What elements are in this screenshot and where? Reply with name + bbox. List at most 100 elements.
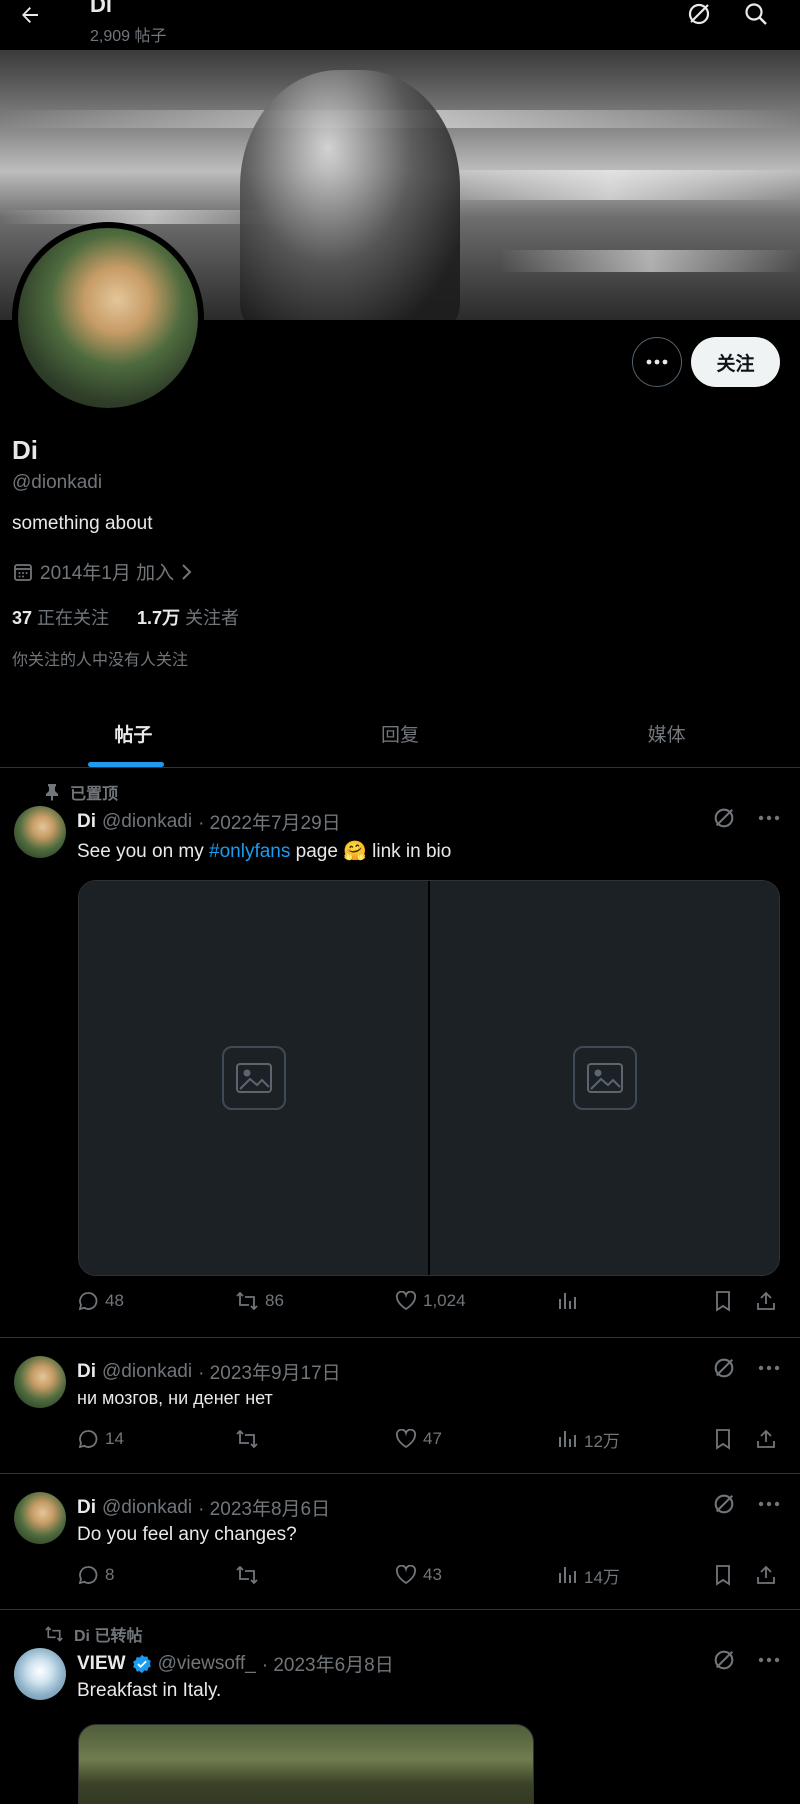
pinned-label: 已置顶: [70, 786, 119, 803]
post-author-handle[interactable]: @dionkadi: [102, 1497, 192, 1519]
post[interactable]: Di @dionkadi · 2023年8月6日 Do you feel any…: [0, 1474, 800, 1610]
share-button[interactable]: [755, 1424, 777, 1454]
hashtag-link[interactable]: #onlyfans: [209, 841, 290, 862]
repost-label: Di 已转帖: [74, 1628, 143, 1645]
post-date[interactable]: · 2023年8月6日: [198, 1494, 330, 1521]
like-button[interactable]: 1,024: [395, 1286, 466, 1316]
bookmark-button[interactable]: [713, 1424, 733, 1454]
profile-handle: @dionkadi: [12, 472, 103, 493]
followers-count: 1.7万: [137, 608, 181, 628]
more-icon[interactable]: [758, 1501, 780, 1507]
heart-icon: [395, 1429, 417, 1449]
more-icon[interactable]: [758, 1365, 780, 1371]
image-placeholder-icon: [221, 1046, 286, 1110]
views-count: 12万: [584, 1431, 620, 1451]
post-avatar[interactable]: [14, 1492, 66, 1544]
post-date[interactable]: · 2022年7月29日: [198, 808, 341, 835]
post-avatar[interactable]: [14, 806, 66, 858]
post-avatar[interactable]: [14, 1648, 66, 1700]
reply-icon: [78, 1430, 98, 1449]
reply-button[interactable]: 14: [77, 1424, 124, 1454]
like-button[interactable]: 43: [395, 1560, 442, 1590]
profile-joined[interactable]: 2014年1月 加入: [12, 558, 194, 585]
post-author-name[interactable]: VIEW: [77, 1653, 126, 1675]
chevron-right-icon: [182, 563, 192, 580]
profile-more-button[interactable]: [632, 337, 682, 387]
post-meta: Di @dionkadi · 2023年8月6日: [77, 1494, 330, 1521]
post-date[interactable]: · 2023年6月8日: [262, 1650, 394, 1677]
post-author-handle[interactable]: @viewsoff_: [158, 1653, 256, 1675]
post[interactable]: Di @dionkadi · 2023年9月17日 ни мозгов, ни …: [0, 1338, 800, 1474]
joined-date: 2014年1月 加入: [40, 563, 175, 584]
share-button[interactable]: [755, 1286, 777, 1316]
post-avatar[interactable]: [14, 1356, 66, 1408]
heart-icon: [395, 1565, 417, 1585]
post-text-part: page 🤗 link in bio: [290, 841, 452, 862]
profile-tabs: 帖子 回复 媒体: [0, 700, 800, 768]
following-link[interactable]: 37 正在关注: [12, 604, 109, 630]
followers-label: 关注者: [185, 608, 240, 628]
back-button[interactable]: [12, 0, 48, 30]
tab-media[interactable]: 媒体: [533, 700, 800, 767]
post-meta: Di @dionkadi · 2023年9月17日: [77, 1358, 341, 1385]
bookmark-button[interactable]: [713, 1560, 733, 1590]
more-icon[interactable]: [758, 815, 780, 821]
post-media-grid: [78, 880, 780, 1276]
tab-posts[interactable]: 帖子: [0, 700, 267, 767]
bookmark-button[interactable]: [713, 1286, 733, 1316]
post-date[interactable]: · 2023年9月17日: [198, 1358, 341, 1385]
profile-bio: something about: [12, 513, 153, 534]
views-button[interactable]: 14万: [556, 1560, 620, 1590]
reply-button[interactable]: 8: [77, 1560, 114, 1590]
post-author-name[interactable]: Di: [77, 811, 96, 833]
grok-icon[interactable]: [712, 806, 736, 830]
reply-icon: [78, 1566, 98, 1585]
back-arrow-icon: [22, 7, 38, 23]
grok-button[interactable]: [682, 0, 716, 28]
post-author-handle[interactable]: @dionkadi: [102, 811, 192, 833]
grok-icon[interactable]: [712, 1492, 736, 1516]
post-text: See you on my #onlyfans page 🤗 link in b…: [77, 839, 451, 863]
post-top-icons: [712, 1492, 780, 1516]
post-pinned[interactable]: 已置顶 Di @dionkadi · 2022年7月29日 See you on…: [0, 768, 800, 1338]
grok-icon[interactable]: [712, 1356, 736, 1380]
repost-button[interactable]: [235, 1560, 259, 1590]
post-top-icons: [712, 1356, 780, 1380]
post-text: Do you feel any changes?: [77, 1524, 297, 1545]
profile-avatar[interactable]: [12, 222, 204, 414]
post-actions: 14 47 12万: [77, 1424, 783, 1454]
like-count: 1,024: [423, 1291, 466, 1310]
follow-button[interactable]: 关注: [691, 337, 780, 387]
image-placeholder-icon: [572, 1046, 637, 1110]
post-text: Breakfast in Italy.: [77, 1680, 222, 1701]
repost-count: 86: [265, 1291, 284, 1310]
post-meta: Di @dionkadi · 2022年7月29日: [77, 808, 341, 835]
share-icon: [757, 1291, 775, 1310]
header-post-count: 2,909 帖子: [90, 28, 167, 45]
more-icon[interactable]: [758, 1657, 780, 1663]
reply-button[interactable]: 48: [77, 1286, 124, 1316]
tab-replies[interactable]: 回复: [267, 700, 534, 767]
search-button[interactable]: [739, 0, 773, 28]
post-image-2[interactable]: [430, 881, 779, 1275]
grok-icon[interactable]: [712, 1648, 736, 1672]
post-author-handle[interactable]: @dionkadi: [102, 1361, 192, 1383]
followers-link[interactable]: 1.7万 关注者: [137, 604, 239, 630]
repost-icon: [236, 1291, 258, 1311]
profile-name: Di: [12, 435, 38, 465]
like-button[interactable]: 47: [395, 1424, 442, 1454]
views-icon: [559, 1431, 576, 1447]
post-image-1[interactable]: [79, 881, 428, 1275]
avatar: [18, 228, 198, 408]
post-author-name[interactable]: Di: [77, 1361, 96, 1383]
views-button[interactable]: 12万: [556, 1424, 620, 1454]
views-button[interactable]: [556, 1286, 578, 1316]
post-image[interactable]: [78, 1724, 534, 1804]
share-button[interactable]: [755, 1560, 777, 1590]
post-author-name[interactable]: Di: [77, 1497, 96, 1519]
post-top-icons: [712, 806, 780, 830]
repost-button[interactable]: 86: [235, 1286, 284, 1316]
repost-button[interactable]: [235, 1424, 259, 1454]
repost-icon: [236, 1565, 258, 1585]
repost-icon: [236, 1429, 258, 1449]
